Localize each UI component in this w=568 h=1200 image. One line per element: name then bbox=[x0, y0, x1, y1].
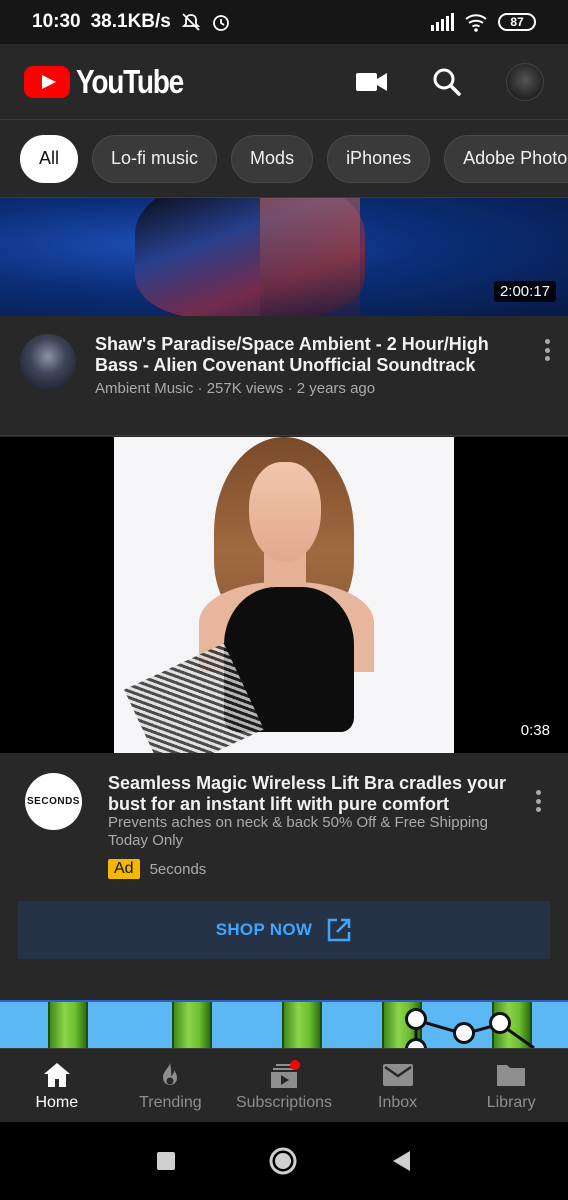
video-thumbnail[interactable]: 2:00:17 bbox=[0, 198, 568, 316]
status-time: 10:30 bbox=[32, 11, 81, 32]
status-speed: 38.1KB/s bbox=[90, 11, 171, 32]
next-video-thumbnail[interactable] bbox=[0, 1000, 568, 1048]
channel-avatar[interactable] bbox=[20, 334, 76, 390]
status-bar: 10:30 38.1KB/s 87 bbox=[0, 0, 568, 44]
recent-apps-icon[interactable] bbox=[156, 1151, 176, 1171]
video-title[interactable]: Shaw's Paradise/Space Ambient - 2 Hour/H… bbox=[95, 334, 515, 376]
mail-icon bbox=[382, 1063, 413, 1086]
home-button-icon[interactable] bbox=[268, 1146, 298, 1176]
home-icon bbox=[43, 1062, 70, 1087]
ad-metadata: SECONDS Seamless Magic Wireless Lift Bra… bbox=[0, 753, 568, 1000]
nav-home-label: Home bbox=[35, 1093, 79, 1111]
flame-icon bbox=[163, 1060, 178, 1085]
video-metadata: Shaw's Paradise/Space Ambient - 2 Hour/H… bbox=[0, 316, 568, 436]
battery-icon: 87 bbox=[498, 13, 536, 31]
wifi-icon bbox=[465, 14, 487, 32]
shop-now-button[interactable]: SHOP NOW bbox=[18, 901, 550, 959]
ad-thumbnail[interactable]: 0:38 bbox=[0, 437, 568, 753]
ad-product-image bbox=[114, 437, 454, 753]
ad-title[interactable]: Seamless Magic Wireless Lift Bra cradles… bbox=[108, 773, 508, 815]
search-icon[interactable] bbox=[432, 67, 462, 97]
camera-icon[interactable] bbox=[356, 71, 388, 93]
ad-advertiser: 5econds bbox=[149, 860, 207, 878]
ad-more-options-icon[interactable] bbox=[528, 787, 548, 815]
nav-trending-label: Trending bbox=[139, 1093, 202, 1111]
video-duration: 2:00:17 bbox=[493, 281, 556, 302]
chip-iphones[interactable]: iPhones bbox=[327, 134, 431, 183]
nav-inbox[interactable]: Inbox bbox=[341, 1049, 455, 1122]
app-header: YouTube bbox=[0, 44, 568, 120]
ad-duration: 0:38 bbox=[520, 722, 550, 739]
account-avatar[interactable] bbox=[506, 62, 544, 101]
ad-badge: Ad bbox=[108, 859, 140, 879]
youtube-play-icon bbox=[24, 65, 70, 98]
nav-subscriptions-label: Subscriptions bbox=[235, 1093, 332, 1111]
thumbnail-art-glow bbox=[260, 198, 360, 316]
nav-inbox-label: Inbox bbox=[378, 1093, 418, 1111]
youtube-logo[interactable]: YouTube bbox=[24, 63, 202, 101]
chip-adobe-photoshop[interactable]: Adobe Photosh bbox=[444, 134, 568, 183]
advertiser-avatar[interactable]: SECONDS bbox=[25, 773, 82, 830]
nav-library-label: Library bbox=[486, 1093, 536, 1111]
filter-chips: All Lo-fi music Mods iPhones Adobe Photo… bbox=[0, 120, 568, 198]
mute-icon bbox=[181, 13, 201, 31]
system-navigation bbox=[0, 1122, 568, 1200]
chip-all[interactable]: All bbox=[20, 134, 79, 183]
external-link-icon bbox=[328, 918, 351, 942]
nav-library[interactable]: Library bbox=[454, 1049, 568, 1122]
folder-icon bbox=[497, 1064, 526, 1086]
more-options-icon[interactable] bbox=[537, 336, 557, 364]
signal-icon bbox=[431, 13, 454, 31]
shop-now-label: SHOP NOW bbox=[215, 920, 313, 939]
nav-subscriptions[interactable]: Subscriptions bbox=[227, 1049, 341, 1122]
video-subtitle: Ambient Music · 257K views · 2 years ago bbox=[95, 380, 376, 397]
alarm-icon bbox=[212, 15, 229, 31]
nav-trending[interactable]: Trending bbox=[114, 1049, 228, 1122]
nav-home[interactable]: Home bbox=[0, 1049, 114, 1122]
ad-description: Prevents aches on neck & back 50% Off & … bbox=[108, 814, 488, 849]
battery-level: 87 bbox=[510, 15, 524, 29]
chip-mods[interactable]: Mods bbox=[231, 134, 314, 183]
bottom-navigation: Home Trending Subscriptions Inbox Librar… bbox=[0, 1048, 568, 1122]
notification-dot bbox=[289, 1059, 300, 1070]
chip-lofi-music[interactable]: Lo-fi music bbox=[92, 134, 218, 183]
logo-text: YouTube bbox=[76, 62, 184, 100]
back-icon[interactable] bbox=[390, 1149, 412, 1173]
